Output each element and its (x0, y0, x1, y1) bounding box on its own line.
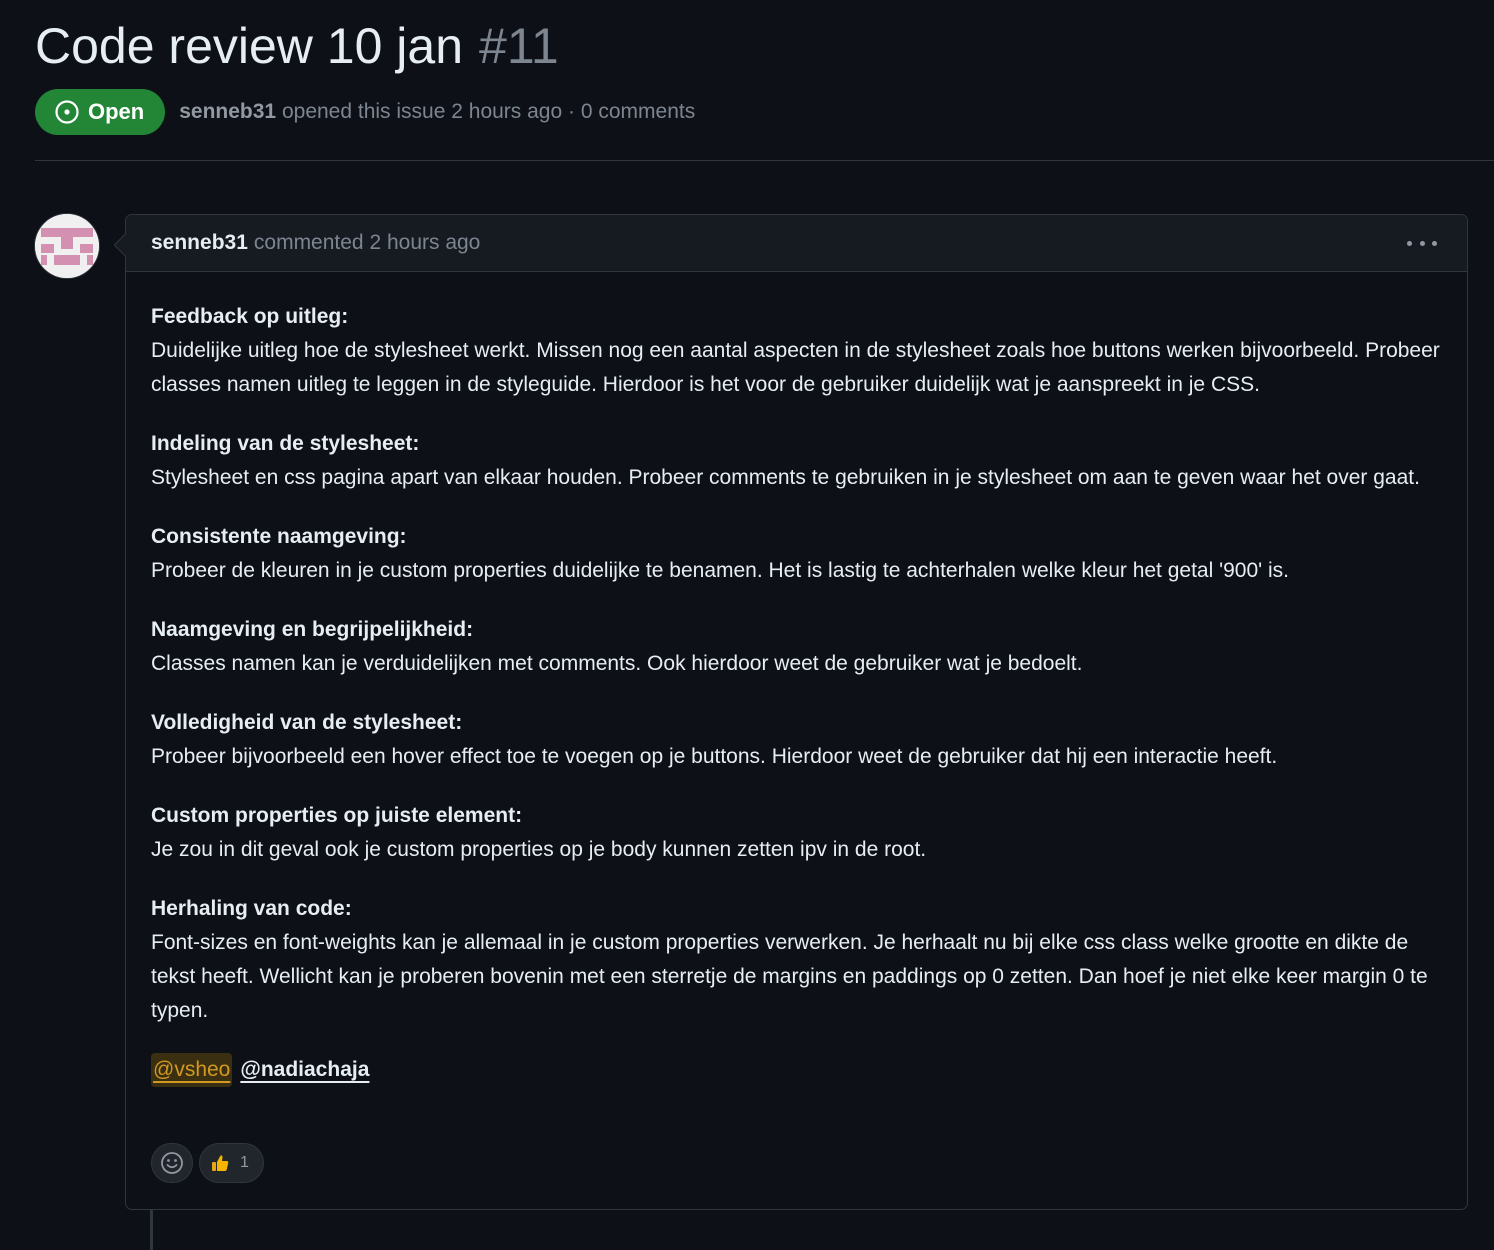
mention-link-vsheo[interactable]: @vsheo (151, 1053, 233, 1087)
timeline-line (150, 1210, 153, 1250)
issue-header: Code review 10 jan #11 Open senneb31 ope… (35, 14, 1494, 135)
section-text: Je zou in dit geval ook je custom proper… (151, 838, 927, 861)
section-heading: Consistente naamgeving: (151, 525, 407, 548)
title-row: Code review 10 jan #11 (35, 14, 1494, 78)
comment-section: Custom properties op juiste element: Je … (151, 799, 1442, 867)
thumbs-up-icon (212, 1155, 229, 1171)
section-heading: Indeling van de stylesheet: (151, 432, 420, 455)
thumbs-up-reaction-button[interactable]: 1 (199, 1143, 264, 1183)
mentions-row: @vsheo @nadiachaja (151, 1053, 1442, 1087)
section-heading: Custom properties op juiste element: (151, 804, 523, 827)
add-reaction-button[interactable] (151, 1143, 193, 1183)
header-divider (35, 160, 1494, 161)
section-text: Duidelijke uitleg hoe de stylesheet werk… (151, 339, 1440, 396)
issue-title: Code review 10 jan (35, 18, 464, 74)
section-text: Probeer de kleuren in je custom properti… (151, 559, 1289, 582)
identicon-avatar (35, 214, 99, 278)
section-text: Classes namen kan je verduidelijken met … (151, 652, 1083, 675)
comment-box: senneb31 commented 2 hours ago Feedback … (113, 214, 1468, 1210)
section-heading: Volledigheid van de stylesheet: (151, 711, 463, 734)
section-text: Probeer bijvoorbeeld een hover effect to… (151, 745, 1278, 768)
comment-section: Consistente naamgeving: Probeer de kleur… (151, 520, 1442, 588)
issue-author-link[interactable]: senneb31 (179, 100, 276, 123)
comment-section: Volledigheid van de stylesheet: Probeer … (151, 706, 1442, 774)
section-heading: Naamgeving en begrijpelijkheid: (151, 618, 474, 641)
thumbs-up-count: 1 (240, 1154, 249, 1171)
issue-meta-text: opened this issue 2 hours ago · 0 commen… (281, 100, 696, 123)
state-label: Open (88, 99, 145, 124)
issue-number: #11 (479, 18, 559, 74)
section-heading: Herhaling van code: (151, 897, 352, 920)
smiley-icon (161, 1152, 183, 1174)
issue-meta: senneb31 opened this issue 2 hours ago ·… (179, 100, 695, 124)
comment-author-link[interactable]: senneb31 (151, 231, 248, 255)
issue-opened-icon (55, 100, 79, 124)
comment-section: Feedback op uitleg: Duidelijke uitleg ho… (151, 300, 1442, 402)
comment-header: senneb31 commented 2 hours ago (126, 215, 1467, 272)
section-text: Font-sizes en font-weights kan je allema… (151, 931, 1428, 1022)
issue-meta-row: Open senneb31 opened this issue 2 hours … (35, 89, 1494, 135)
section-text: Stylesheet en css pagina apart van elkaa… (151, 466, 1420, 489)
section-heading: Feedback op uitleg: (151, 305, 349, 328)
reactions-bar: 1 (151, 1143, 264, 1183)
comment-section: Naamgeving en begrijpelijkheid: Classes … (151, 613, 1442, 681)
comment-timestamp[interactable]: commented 2 hours ago (254, 231, 480, 255)
comment-section: Herhaling van code: Font-sizes en font-w… (151, 892, 1442, 1028)
comment-body: Feedback op uitleg: Duidelijke uitleg ho… (126, 272, 1467, 1087)
state-badge: Open (35, 89, 166, 135)
comment-section: Indeling van de stylesheet: Stylesheet e… (151, 427, 1442, 495)
kebab-horizontal-icon[interactable] (1407, 233, 1437, 253)
avatar[interactable] (35, 214, 99, 278)
mention-link-nadiachaja[interactable]: @nadiachaja (238, 1053, 371, 1087)
